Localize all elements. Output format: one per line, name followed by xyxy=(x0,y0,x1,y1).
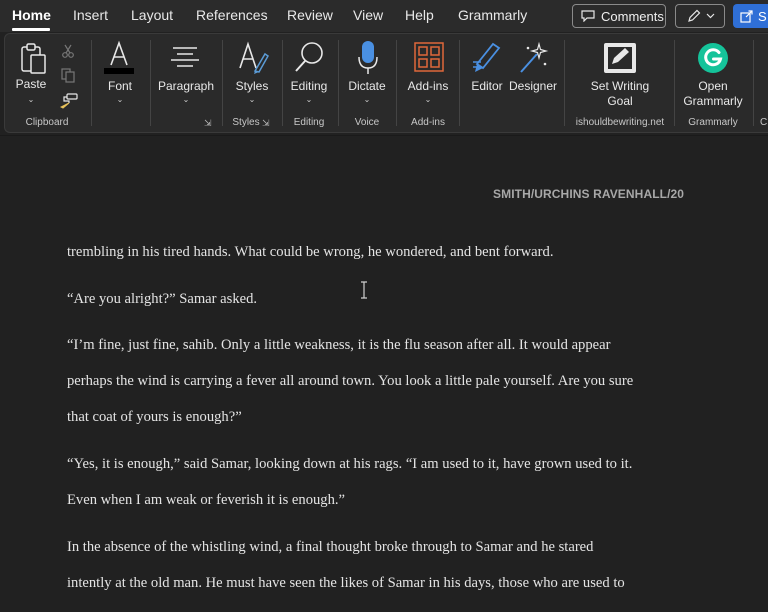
copy-icon[interactable] xyxy=(61,68,76,83)
text-line: In the absence of the whistling wind, a … xyxy=(67,539,594,555)
dictate-chevron-down-icon[interactable]: ⌄ xyxy=(364,95,371,104)
paragraph[interactable]: “I’m fine, just fine, sahib. Only a litt… xyxy=(67,327,699,435)
text-line: trembling in his tired hands. What could… xyxy=(67,244,554,260)
search-icon[interactable] xyxy=(293,40,327,76)
editing-group-label: Editing xyxy=(293,117,325,128)
paragraph-chevron-down-icon[interactable]: ⌄ xyxy=(183,95,190,104)
comment-icon xyxy=(581,10,595,22)
paragraph-dialog-launcher-icon[interactable]: ⇲ xyxy=(204,118,212,129)
set-writing-goal-line2: Goal xyxy=(607,94,633,108)
designer-icon[interactable] xyxy=(517,40,549,76)
microphone-icon[interactable] xyxy=(357,40,379,76)
group-divider xyxy=(753,40,754,126)
paragraph[interactable]: In the absence of the whistling wind, a … xyxy=(67,529,699,601)
paste-button-label[interactable]: Paste xyxy=(16,77,47,92)
dictate-button-label[interactable]: Dictate xyxy=(348,79,385,94)
add-ins-group-label: Add-ins xyxy=(411,117,445,128)
group-divider xyxy=(282,40,283,126)
add-ins-icon[interactable] xyxy=(414,42,444,72)
grammarly-icon[interactable] xyxy=(697,42,729,74)
text-cursor-icon xyxy=(361,281,367,299)
clipboard-group-label: Clipboard xyxy=(25,117,69,128)
open-grammarly-line1: Open xyxy=(698,79,728,93)
cut-icon[interactable] xyxy=(61,44,75,58)
font-icon[interactable] xyxy=(102,40,136,76)
editor-icon[interactable] xyxy=(471,40,503,76)
voice-group-label: Voice xyxy=(354,117,380,128)
share-label: S xyxy=(758,8,767,24)
grammarly-group-label: Grammarly xyxy=(688,117,738,128)
editing-button-label[interactable]: Editing xyxy=(291,79,328,94)
set-writing-goal-label[interactable]: Set Writing Goal xyxy=(591,79,649,109)
group-divider xyxy=(459,40,460,126)
styles-dialog-launcher-icon[interactable]: ⇲ xyxy=(262,118,270,129)
set-writing-goal-line1: Set Writing xyxy=(590,79,650,93)
menu-bar: Home Insert Layout References Review Vie… xyxy=(0,0,768,32)
paste-chevron-down-icon[interactable]: ⌄ xyxy=(28,95,35,104)
group-divider xyxy=(338,40,339,126)
share-icon xyxy=(740,10,753,23)
tab-view[interactable]: View xyxy=(353,7,383,23)
tab-grammarly[interactable]: Grammarly xyxy=(458,7,527,23)
share-button[interactable]: S xyxy=(733,4,768,28)
tab-layout[interactable]: Layout xyxy=(131,7,173,23)
tab-home[interactable]: Home xyxy=(12,7,51,23)
ribbon: Paste ⌄ Clipboard Font ⌄ Paragraph ⌄ ⇲ S… xyxy=(4,33,768,133)
truncated-group-label: C xyxy=(760,117,768,128)
styles-button-label[interactable]: Styles xyxy=(236,79,269,94)
tab-review[interactable]: Review xyxy=(287,7,333,23)
ribbon-bottom-edge xyxy=(0,135,768,136)
text-line: “I’m fine, just fine, sahib. Only a litt… xyxy=(67,337,611,353)
paragraph-align-icon[interactable] xyxy=(169,46,201,72)
text-line: “Are you alright?” Samar asked. xyxy=(67,291,258,307)
comments-label: Comments xyxy=(601,8,664,24)
styles-group-label: Styles xyxy=(232,117,260,128)
styles-icon[interactable] xyxy=(237,40,271,76)
font-chevron-down-icon[interactable]: ⌄ xyxy=(117,95,124,104)
open-grammarly-line2: Grammarly xyxy=(683,94,743,108)
add-ins-button-label[interactable]: Add-ins xyxy=(408,79,449,94)
group-divider xyxy=(564,40,565,126)
editing-chevron-down-icon[interactable]: ⌄ xyxy=(306,95,313,104)
group-divider xyxy=(674,40,675,126)
font-button-label[interactable]: Font xyxy=(108,79,132,94)
tab-references[interactable]: References xyxy=(196,7,268,23)
paragraph-button-label[interactable]: Paragraph xyxy=(158,79,214,94)
tab-insert[interactable]: Insert xyxy=(73,7,108,23)
text-line: that coat of yours is enough?” xyxy=(67,409,242,425)
comments-button[interactable]: Comments xyxy=(572,4,666,28)
designer-button-label[interactable]: Designer xyxy=(509,79,557,94)
text-line: “Yes, it is enough,” said Samar, looking… xyxy=(67,456,633,472)
group-divider xyxy=(396,40,397,126)
add-ins-chevron-down-icon[interactable]: ⌄ xyxy=(425,95,432,104)
format-painter-icon[interactable] xyxy=(60,93,78,109)
paragraph[interactable]: “Yes, it is enough,” said Samar, looking… xyxy=(67,446,699,518)
editing-mode-button[interactable] xyxy=(675,4,725,28)
ishouldbewriting-group-label: ishouldbewriting.net xyxy=(575,117,665,128)
page-header: SMITH/URCHINS RAVENHALL/20 xyxy=(493,187,685,201)
text-line: Even when I am weak or feverish it is en… xyxy=(67,492,346,508)
group-divider xyxy=(91,40,92,126)
text-line: intently at the old man. He must have se… xyxy=(67,575,625,591)
group-divider xyxy=(222,40,223,126)
paste-icon[interactable] xyxy=(19,42,49,76)
open-grammarly-label[interactable]: Open Grammarly xyxy=(683,79,742,109)
pen-icon xyxy=(687,9,700,22)
paragraph[interactable]: trembling in his tired hands. What could… xyxy=(67,234,699,270)
styles-chevron-down-icon[interactable]: ⌄ xyxy=(249,95,256,104)
group-divider xyxy=(150,40,151,126)
paragraph[interactable]: “Are you alright?” Samar asked. xyxy=(67,281,699,317)
chevron-down-icon xyxy=(706,13,714,19)
active-tab-indicator xyxy=(12,28,50,31)
writing-goal-icon[interactable] xyxy=(603,42,637,74)
text-line: perhaps the wind is carrying a fever all… xyxy=(67,373,634,389)
editor-button-label[interactable]: Editor xyxy=(471,79,502,94)
tab-help[interactable]: Help xyxy=(405,7,434,23)
